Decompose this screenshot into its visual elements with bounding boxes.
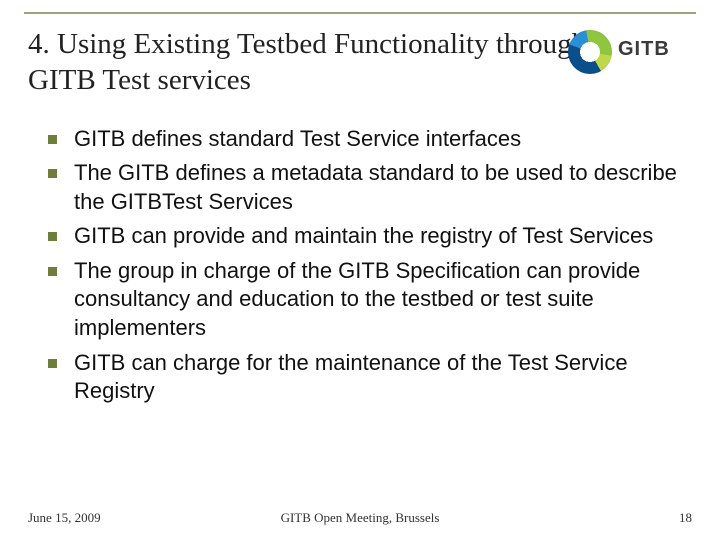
list-item: The group in charge of the GITB Specific… [46, 257, 686, 349]
list-item: GITB can provide and maintain the regist… [46, 222, 686, 257]
slide: 4. Using Existing Testbed Functionality … [0, 0, 720, 540]
footer-page: 18 [679, 510, 692, 526]
bullet-text: GITB can provide and maintain the regist… [74, 223, 653, 248]
bullet-text: The GITB defines a metadata standard to … [74, 160, 677, 214]
list-item: The GITB defines a metadata standard to … [46, 159, 686, 222]
bullet-list: GITB defines standard Test Service inter… [28, 125, 692, 412]
list-item: GITB can charge for the maintenance of t… [46, 349, 686, 412]
logo: GITB [568, 26, 698, 76]
footer-center: GITB Open Meeting, Brussels [28, 510, 692, 526]
bullet-text: The group in charge of the GITB Specific… [74, 258, 640, 340]
list-item: GITB defines standard Test Service inter… [46, 125, 686, 160]
logo-text: GITB [618, 38, 670, 61]
bullet-text: GITB can charge for the maintenance of t… [74, 350, 628, 404]
title-row: 4. Using Existing Testbed Functionality … [28, 26, 692, 99]
top-rule [24, 12, 696, 14]
slide-title: 4. Using Existing Testbed Functionality … [28, 26, 588, 99]
bullet-text: GITB defines standard Test Service inter… [74, 126, 521, 151]
logo-swirl-icon [568, 30, 612, 74]
